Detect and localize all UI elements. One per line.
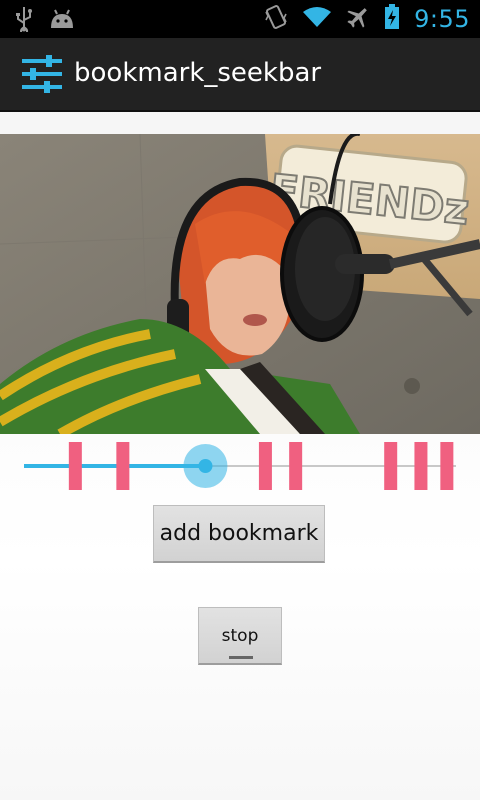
video-view[interactable]: FRIENDz	[0, 134, 480, 434]
bookmark-marker[interactable]	[440, 442, 454, 490]
status-bar: 9:55	[0, 0, 480, 38]
airplane-mode-icon	[346, 5, 370, 33]
usb-icon	[14, 6, 34, 36]
sliders-icon[interactable]	[20, 52, 64, 96]
app-title: bookmark_seekbar	[74, 58, 322, 88]
add-bookmark-button[interactable]: add bookmark	[153, 505, 325, 563]
seekbar-thumb[interactable]	[198, 459, 213, 473]
bookmark-markers	[68, 442, 454, 490]
stop-button-indicator	[229, 656, 253, 659]
bookmark-marker[interactable]	[258, 442, 272, 490]
clock: 9:55	[414, 5, 470, 33]
wifi-icon	[302, 5, 332, 33]
bookmark-marker[interactable]	[116, 442, 130, 490]
action-bar: bookmark_seekbar	[0, 38, 480, 112]
bookmark-marker[interactable]	[414, 442, 428, 490]
bookmark-seekbar[interactable]	[0, 434, 480, 500]
bookmark-marker[interactable]	[68, 442, 82, 490]
battery-charging-icon	[384, 4, 400, 34]
android-debug-icon	[48, 8, 76, 34]
vibrate-icon	[264, 4, 288, 34]
stop-button-label: stop	[221, 626, 259, 646]
stop-button[interactable]: stop	[198, 607, 282, 665]
bookmark-marker[interactable]	[289, 442, 303, 490]
bookmark-marker[interactable]	[384, 442, 398, 490]
